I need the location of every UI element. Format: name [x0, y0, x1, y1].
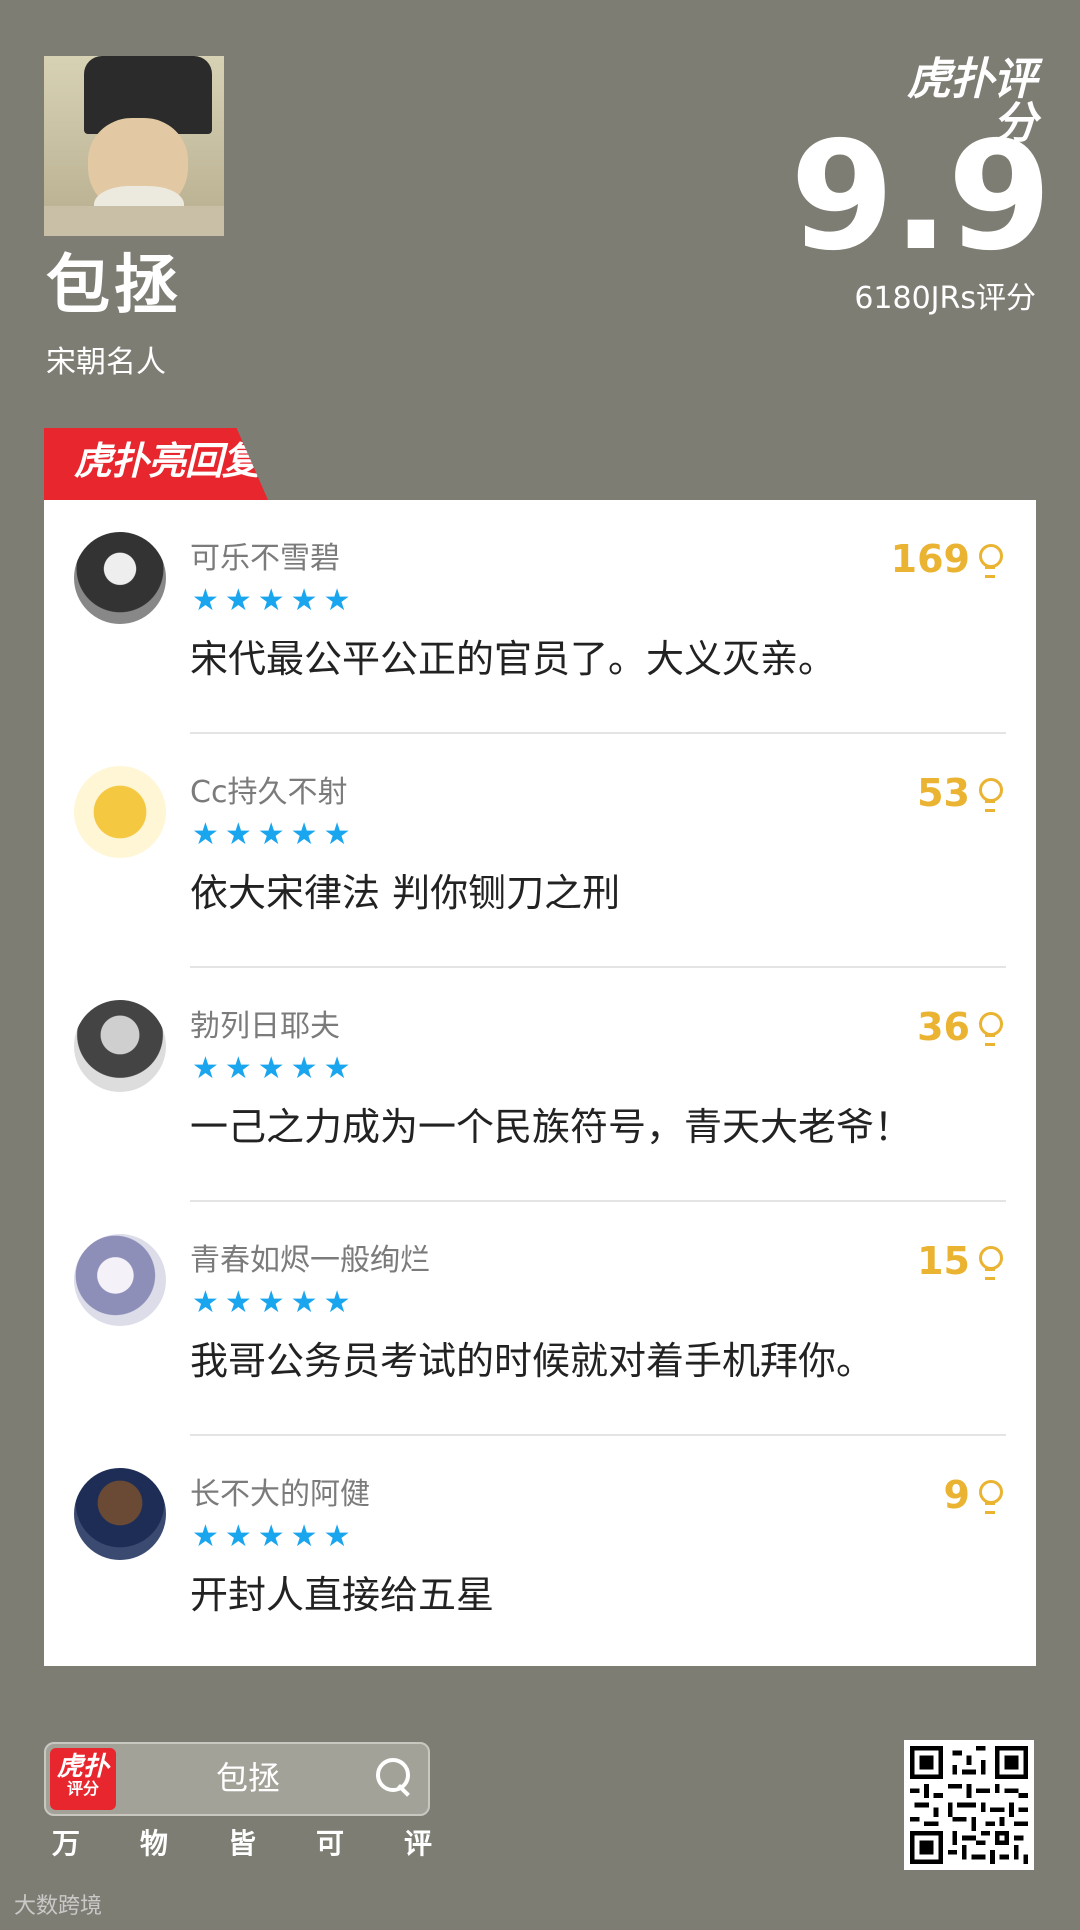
comment-text: 宋代最公平公正的官员了。大义灭亲。: [190, 637, 837, 681]
comment-text: 一己之力成为一个民族符号，青天大老爷！: [190, 1105, 913, 1149]
avatar[interactable]: [74, 1468, 166, 1560]
star-rating: ★★★★★: [192, 583, 357, 618]
section-tag: 虎扑亮回复: [44, 428, 268, 500]
like-counter[interactable]: 36: [917, 1005, 1003, 1049]
avatar[interactable]: [74, 1234, 166, 1326]
username[interactable]: 勃列日耶夫: [190, 1012, 340, 1042]
raters-count: 6180JRs评分: [854, 281, 1036, 316]
review-item[interactable]: 可乐不雪碧 ★★★★★ 169 宋代最公平公正的官员了。大义灭亲。: [44, 500, 1036, 734]
like-count: 15: [917, 1239, 970, 1283]
review-item[interactable]: 青春如烬一般绚烂 ★★★★★ 15 我哥公务员考试的时候就对着手机拜你。: [44, 1202, 1036, 1436]
qr-code: [904, 1740, 1034, 1870]
review-item[interactable]: Cc持久不射 ★★★★★ 53 依大宋律法 判你铡刀之刑: [44, 734, 1036, 968]
watermark: 大数跨境: [14, 1894, 103, 1919]
app-logo: 虎扑 评分: [50, 1748, 116, 1810]
lightbulb-icon: [978, 1480, 1003, 1514]
portrait: [44, 56, 224, 236]
star-rating: ★★★★★: [192, 1285, 357, 1320]
reviews-card: 可乐不雪碧 ★★★★★ 169 宋代最公平公正的官员了。大义灭亲。 Cc持久不射…: [44, 500, 1036, 1666]
username[interactable]: 青春如烬一般绚烂: [190, 1246, 430, 1276]
lightbulb-icon: [978, 778, 1003, 812]
like-counter[interactable]: 53: [917, 771, 1003, 815]
avatar[interactable]: [74, 532, 166, 624]
lightbulb-icon: [978, 1246, 1003, 1280]
slogan: 万物皆可评: [52, 1827, 432, 1860]
score: 9.9: [790, 110, 1052, 284]
avatar[interactable]: [74, 766, 166, 858]
star-rating: ★★★★★: [192, 1519, 357, 1554]
profile-name: 包拯: [46, 249, 182, 323]
like-count: 53: [917, 771, 970, 815]
username[interactable]: 长不大的阿健: [190, 1480, 370, 1510]
username[interactable]: Cc持久不射: [190, 778, 347, 808]
search-query[interactable]: 包拯: [216, 1762, 280, 1794]
comment-text: 我哥公务员考试的时候就对着手机拜你。: [190, 1339, 875, 1383]
like-counter[interactable]: 169: [890, 537, 1003, 581]
search-icon[interactable]: [376, 1758, 412, 1798]
star-rating: ★★★★★: [192, 1051, 357, 1086]
lightbulb-icon: [978, 1012, 1003, 1046]
review-item[interactable]: 长不大的阿健 ★★★★★ 9 开封人直接给五星: [44, 1436, 1036, 1670]
like-count: 36: [917, 1005, 970, 1049]
search-bar[interactable]: 虎扑 评分 包拯: [44, 1742, 430, 1816]
like-count: 9: [943, 1473, 970, 1517]
avatar[interactable]: [74, 1000, 166, 1092]
like-counter[interactable]: 9: [943, 1473, 1003, 1517]
review-item[interactable]: 勃列日耶夫 ★★★★★ 36 一己之力成为一个民族符号，青天大老爷！: [44, 968, 1036, 1202]
like-counter[interactable]: 15: [917, 1239, 1003, 1283]
star-rating: ★★★★★: [192, 817, 357, 852]
comment-text: 开封人直接给五星: [190, 1573, 495, 1617]
profile-subtitle: 宋朝名人: [46, 345, 166, 380]
comment-text: 依大宋律法 判你铡刀之刑: [190, 871, 621, 915]
username[interactable]: 可乐不雪碧: [190, 544, 340, 574]
like-count: 169: [890, 537, 970, 581]
lightbulb-icon: [978, 544, 1003, 578]
